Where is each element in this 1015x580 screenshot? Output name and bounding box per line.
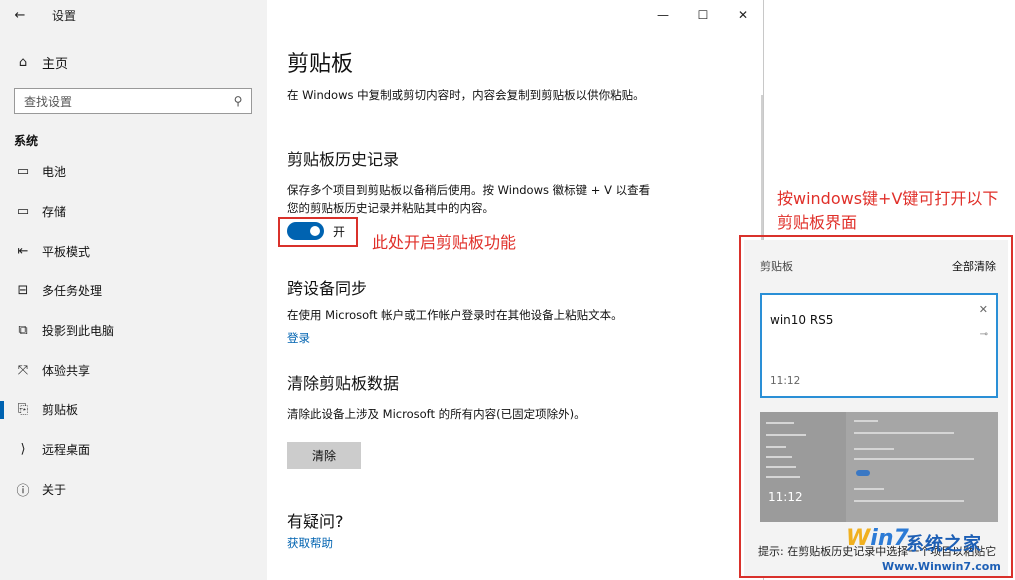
history-heading: 剪贴板历史记录 xyxy=(287,150,400,169)
help-heading: 有疑问? xyxy=(287,512,344,531)
sidebar-item-battery[interactable]: ▭ 电池 xyxy=(0,152,267,192)
window-controls: — ☐ ✕ xyxy=(643,0,763,30)
annotation-box-toggle xyxy=(278,217,358,247)
maximize-icon: ☐ xyxy=(697,8,709,22)
screenshot: ← 设置 ⌂ 主页 查找设置 ⚲ 系统 ▭ 电池 ▭ 存储 ⇤ 平板模式 ⊟ 多任务处理 ⧉ 投影… xyxy=(0,0,1015,580)
sidebar-item-label: 投影到此电脑 xyxy=(42,324,115,339)
nav-list: ▭ 电池 ▭ 存储 ⇤ 平板模式 ⊟ 多任务处理 ⧉ 投影到此电脑 ⤧ 体验共享 ⎘ 剪贴板 ⟩ 远程桌面 ⓘ 关… xyxy=(0,152,267,509)
close-icon: ✕ xyxy=(737,8,749,22)
title-bar: ← 设置 xyxy=(0,0,267,30)
watermark-logo: Win7 xyxy=(846,526,909,551)
page-title: 剪贴板 xyxy=(287,52,354,77)
get-help-link[interactable]: 获取帮助 xyxy=(287,535,333,551)
battery-icon: ▭ xyxy=(16,164,30,180)
sync-description: 在使用 Microsoft 帐户或工作帐户登录时在其他设备上粘贴文本。 xyxy=(287,308,623,322)
watermark-name: 系统之家 xyxy=(906,534,982,555)
sync-heading: 跨设备同步 xyxy=(287,279,368,298)
back-arrow-icon: ← xyxy=(14,7,26,23)
clear-description: 清除此设备上涉及 Microsoft 的所有内容(已固定项除外)。 xyxy=(287,407,586,421)
sidebar-item-clipboard[interactable]: ⎘ 剪贴板 xyxy=(0,390,267,430)
annotation-popup-note-2: 剪贴板界面 xyxy=(777,213,858,232)
sidebar: ← 设置 ⌂ 主页 查找设置 ⚲ 系统 ▭ 电池 ▭ 存储 ⇤ 平板模式 ⊟ 多任务处理 ⧉ 投影… xyxy=(0,0,267,580)
watermark-url: Www.Winwin7.com xyxy=(882,560,1001,573)
sidebar-item-projecting[interactable]: ⧉ 投影到此电脑 xyxy=(0,311,267,351)
search-icon[interactable]: ⚲ xyxy=(225,94,251,108)
tablet-mode-icon: ⇤ xyxy=(17,243,29,259)
clear-button[interactable]: 清除 xyxy=(287,442,361,469)
sidebar-item-label: 多任务处理 xyxy=(42,284,103,299)
sidebar-item-tablet-mode[interactable]: ⇤ 平板模式 xyxy=(0,231,267,271)
page-description: 在 Windows 中复制或剪切内容时，内容会复制到剪贴板以供你粘贴。 xyxy=(287,88,645,102)
back-button[interactable]: ← xyxy=(0,0,40,30)
clipboard-icon: ⎘ xyxy=(17,402,29,418)
annotation-toggle-note: 此处开启剪贴板功能 xyxy=(372,233,517,252)
minimize-icon: — xyxy=(657,8,669,22)
minimize-button[interactable]: — xyxy=(643,0,683,30)
sidebar-item-multitasking[interactable]: ⊟ 多任务处理 xyxy=(0,271,267,311)
sidebar-item-label: 存储 xyxy=(42,205,67,220)
sidebar-item-label: 体验共享 xyxy=(42,363,91,378)
watermark: Win7 系统之家 Www.Winwin7.com xyxy=(846,526,1014,578)
main-content: — ☐ ✕ 剪贴板 在 Windows 中复制或剪切内容时，内容会复制到剪贴板以… xyxy=(267,0,763,580)
close-button[interactable]: ✕ xyxy=(723,0,763,30)
clear-heading: 清除剪贴板数据 xyxy=(287,374,400,393)
sidebar-item-shared-experiences[interactable]: ⤧ 体验共享 xyxy=(0,350,267,390)
app-title: 设置 xyxy=(52,8,77,23)
settings-window: ← 设置 ⌂ 主页 查找设置 ⚲ 系统 ▭ 电池 ▭ 存储 ⇤ 平板模式 ⊟ 多任务处理 ⧉ 投影… xyxy=(0,0,763,580)
sidebar-item-remote-desktop[interactable]: ⟩ 远程桌面 xyxy=(0,430,267,470)
sidebar-item-label: 平板模式 xyxy=(42,244,91,259)
nav-home[interactable]: ⌂ 主页 xyxy=(14,52,68,72)
sidebar-item-label: 电池 xyxy=(42,165,67,180)
storage-icon: ▭ xyxy=(16,204,30,220)
home-icon: ⌂ xyxy=(18,54,28,70)
search-placeholder: 查找设置 xyxy=(24,94,73,109)
maximize-button[interactable]: ☐ xyxy=(683,0,723,30)
about-icon: ⓘ xyxy=(16,483,30,499)
remote-desktop-icon: ⟩ xyxy=(20,442,26,458)
sidebar-item-about[interactable]: ⓘ 关于 xyxy=(0,470,267,510)
annotation-popup-note-1: 按windows键+V键可打开以下 xyxy=(777,189,999,208)
sidebar-item-label: 剪贴板 xyxy=(42,403,79,418)
sidebar-item-label: 远程桌面 xyxy=(42,443,91,458)
shared-experiences-icon: ⤧ xyxy=(17,362,29,378)
projecting-icon: ⧉ xyxy=(18,323,28,339)
section-label-system: 系统 xyxy=(14,134,39,148)
history-description: 保存多个项目到剪贴板以备稍后使用。按 Windows 徽标键 + V 以查看您的… xyxy=(287,183,651,215)
sidebar-item-storage[interactable]: ▭ 存储 xyxy=(0,192,267,232)
sign-in-link[interactable]: 登录 xyxy=(287,330,310,346)
multitasking-icon: ⊟ xyxy=(17,283,29,299)
nav-home-label: 主页 xyxy=(42,56,69,72)
search-input[interactable]: 查找设置 ⚲ xyxy=(14,88,252,114)
sidebar-item-label: 关于 xyxy=(42,482,67,497)
